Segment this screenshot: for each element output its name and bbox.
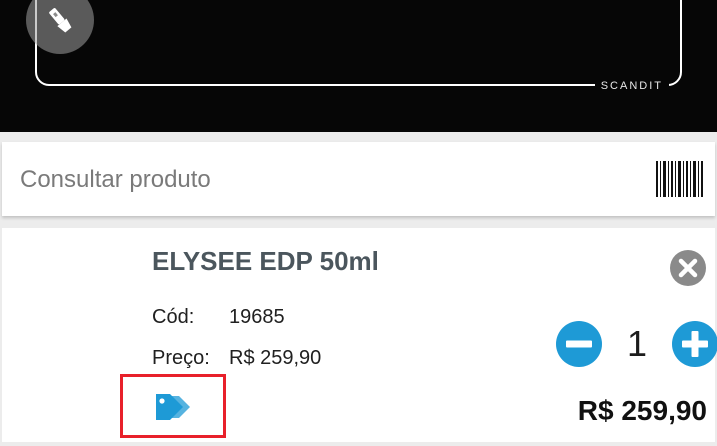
code-value: 19685	[229, 306, 285, 328]
quantity-value: 1	[626, 323, 648, 364]
increase-quantity-button[interactable]	[672, 321, 717, 367]
price-tag-button[interactable]	[120, 374, 226, 438]
flashlight-icon	[49, 8, 72, 33]
close-circle-icon	[670, 250, 706, 286]
scan-frame	[35, 0, 682, 86]
scandit-logo: SCANDIT	[594, 80, 669, 92]
product-search-input[interactable]	[18, 160, 622, 200]
product-name: ELYSEE EDP 50ml	[152, 246, 379, 276]
product-card: ELYSEE EDP 50ml Cód: 19685 Preço: R$ 259…	[2, 228, 717, 442]
barcode-scanner-view: SCANDIT	[0, 0, 717, 132]
minus-circle-icon	[556, 321, 602, 367]
price-value: R$ 259,90	[229, 347, 322, 369]
barcode-icon	[656, 161, 703, 197]
total-price: R$ 259,90	[577, 395, 707, 426]
decrease-quantity-button[interactable]	[556, 321, 602, 367]
code-label: Cód:	[152, 306, 195, 328]
barcode-scan-button[interactable]	[656, 161, 704, 202]
search-bar	[2, 142, 715, 216]
remove-product-button[interactable]	[670, 250, 706, 286]
price-label: Preço:	[152, 347, 210, 369]
price-tag-icon	[156, 394, 190, 420]
plus-circle-icon	[672, 321, 717, 367]
